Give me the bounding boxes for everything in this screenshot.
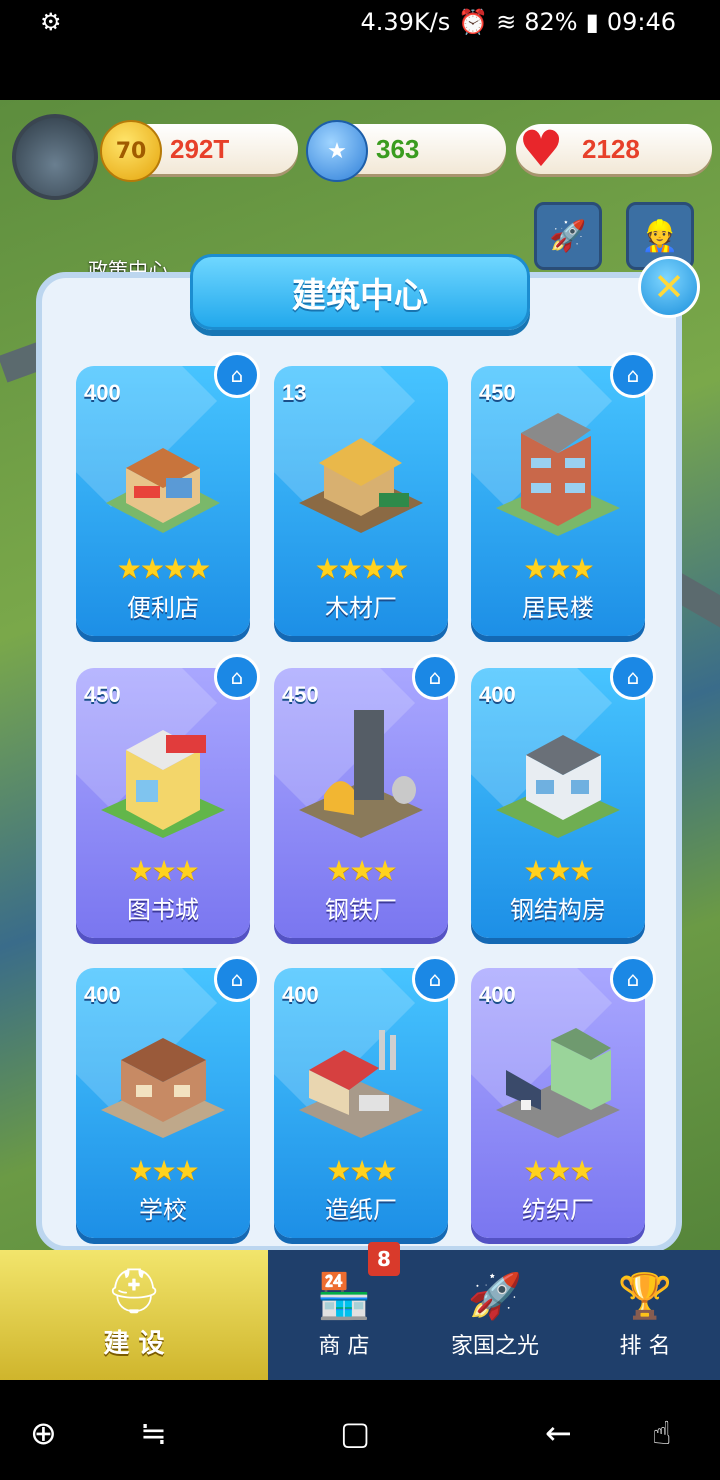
building-cost: 450 bbox=[479, 380, 516, 405]
star-rating: ★★★★ bbox=[314, 552, 409, 585]
building-name: 图书城 bbox=[127, 896, 199, 924]
paper-mill-image bbox=[299, 1030, 423, 1138]
building-card[interactable]: 13 ★★★★ 木材厂 bbox=[274, 366, 448, 636]
gem-counter[interactable]: ★ 363 bbox=[306, 120, 506, 182]
shop-icon: 🏪 bbox=[316, 1271, 372, 1322]
back-icon[interactable]: ← bbox=[545, 1414, 572, 1452]
building-name: 居民楼 bbox=[522, 594, 594, 622]
coin-counter[interactable]: 70 292T bbox=[100, 120, 298, 182]
rocket-icon: 🚀 bbox=[467, 1271, 523, 1322]
star-rating: ★★★ bbox=[523, 854, 594, 887]
textile-mill-image bbox=[496, 1028, 620, 1138]
star-rating: ★★★ bbox=[523, 552, 594, 585]
building-cost: 450 bbox=[84, 682, 121, 707]
gem-icon: ★ bbox=[306, 120, 368, 182]
building-name: 木材厂 bbox=[325, 594, 397, 622]
building-card[interactable]: 400 ★★★★ 便利店 bbox=[76, 366, 250, 636]
building-card[interactable]: 400 ★★★ 纺织厂 bbox=[471, 968, 645, 1238]
school-image bbox=[101, 1038, 225, 1138]
alarm-icon: ⏰ bbox=[458, 8, 489, 36]
building-cost: 400 bbox=[84, 380, 121, 405]
network-speed: 4.39K/s bbox=[360, 8, 451, 36]
building-name: 钢结构房 bbox=[510, 896, 606, 924]
building-cost: 13 bbox=[282, 380, 307, 405]
clock: 09:46 bbox=[606, 8, 676, 36]
star-rating: ★★★ bbox=[523, 1154, 594, 1187]
steel-structure-house-image bbox=[496, 735, 620, 838]
event-button[interactable]: 🚀 bbox=[534, 202, 602, 270]
building-card[interactable]: 400 ★★★ 钢结构房 bbox=[471, 668, 645, 938]
star-rating: ★★★ bbox=[128, 1154, 199, 1187]
heart-icon: ♥ bbox=[518, 120, 564, 178]
lumber-mill-image bbox=[299, 438, 423, 533]
convenience-store-image bbox=[106, 448, 220, 533]
building-name: 学校 bbox=[139, 1196, 187, 1224]
apartment-image bbox=[496, 413, 620, 536]
podium-icon: 🏆 bbox=[617, 1271, 673, 1322]
battery-icon: ▮ bbox=[585, 8, 599, 36]
close-icon: ✕ bbox=[653, 265, 685, 309]
steel-mill-image bbox=[299, 710, 423, 838]
modal-title: 建筑中心 bbox=[190, 254, 530, 330]
battery-level: 82% bbox=[524, 8, 578, 36]
home-icon[interactable]: ⌂ bbox=[412, 956, 458, 1002]
wifi-icon: ≋ bbox=[496, 8, 517, 36]
gem-value: 363 bbox=[376, 134, 420, 164]
coin-value: 292T bbox=[170, 134, 230, 164]
building-cost: 450 bbox=[282, 682, 319, 707]
player-avatar[interactable] bbox=[12, 114, 98, 200]
building-card[interactable]: 400 ★★★ 学校 bbox=[76, 968, 250, 1238]
system-nav-bar: ⊕ ≒ ▢ ← ☝ bbox=[0, 1380, 720, 1480]
home-icon[interactable]: ⌂ bbox=[214, 352, 260, 398]
tab-rank-label: 排 名 bbox=[619, 1334, 671, 1359]
bottom-nav: ⛑ 建 设 🏪 商 店 🚀 家国之光 🏆 排 名 bbox=[0, 1250, 720, 1380]
recents-icon[interactable]: ≒ bbox=[140, 1414, 167, 1452]
shop-notification-badge: 8 bbox=[368, 1242, 400, 1276]
star-rating: ★★★ bbox=[326, 1154, 397, 1187]
close-button[interactable]: ✕ bbox=[638, 256, 700, 318]
building-card[interactable]: 450 ★★★ 图书城 bbox=[76, 668, 250, 938]
building-name: 便利店 bbox=[127, 594, 199, 622]
home-button-icon[interactable]: ▢ bbox=[340, 1414, 370, 1452]
building-cost: 400 bbox=[479, 682, 516, 707]
home-icon[interactable]: ⌂ bbox=[610, 956, 656, 1002]
heart-counter[interactable]: ♥ 2128 bbox=[516, 120, 712, 178]
home-icon[interactable]: ⌂ bbox=[214, 956, 260, 1002]
rocket-icon: 🚀 bbox=[549, 218, 587, 254]
building-cost: 400 bbox=[84, 982, 121, 1007]
building-card[interactable]: 450 ★★★ 钢铁厂 bbox=[274, 668, 448, 938]
status-bar: ⚙ 4.39K/s ⏰ ≋ 82% ▮ 09:46 bbox=[0, 0, 720, 100]
notification-icon: ⚙ bbox=[40, 8, 62, 36]
tab-rank[interactable]: 🏆 排 名 bbox=[570, 1250, 720, 1380]
tab-build-label: 建 设 bbox=[103, 1329, 165, 1359]
home-icon[interactable]: ⌂ bbox=[214, 654, 260, 700]
tab-build[interactable]: ⛑ 建 设 bbox=[0, 1250, 268, 1380]
worker-icon: 👷 bbox=[641, 218, 679, 254]
heart-value: 2128 bbox=[582, 134, 640, 164]
coin-icon: 70 bbox=[100, 120, 162, 182]
building-card[interactable]: 450 ★★★ 居民楼 bbox=[471, 366, 645, 636]
tab-shop-label: 商 店 bbox=[318, 1334, 370, 1359]
building-cost: 400 bbox=[479, 982, 516, 1007]
tab-glory-label: 家国之光 bbox=[450, 1334, 539, 1359]
star-rating: ★★★★ bbox=[116, 552, 211, 585]
home-icon[interactable]: ⌂ bbox=[610, 654, 656, 700]
building-card[interactable]: 400 ★★★ 造纸厂 bbox=[274, 968, 448, 1238]
home-icon[interactable]: ⌂ bbox=[412, 654, 458, 700]
game-tools-icon[interactable]: ⊕ bbox=[30, 1414, 57, 1452]
building-cost: 400 bbox=[282, 982, 319, 1007]
bookstore-image bbox=[101, 730, 225, 838]
tab-glory[interactable]: 🚀 家国之光 bbox=[420, 1250, 570, 1380]
building-name: 钢铁厂 bbox=[325, 896, 397, 924]
hard-hat-icon: ⛑ bbox=[106, 1266, 162, 1317]
home-icon[interactable]: ⌂ bbox=[610, 352, 656, 398]
touch-icon[interactable]: ☝ bbox=[652, 1414, 671, 1452]
building-name: 造纸厂 bbox=[325, 1196, 397, 1224]
star-rating: ★★★ bbox=[128, 854, 199, 887]
building-name: 纺织厂 bbox=[522, 1196, 594, 1224]
star-rating: ★★★ bbox=[326, 854, 397, 887]
